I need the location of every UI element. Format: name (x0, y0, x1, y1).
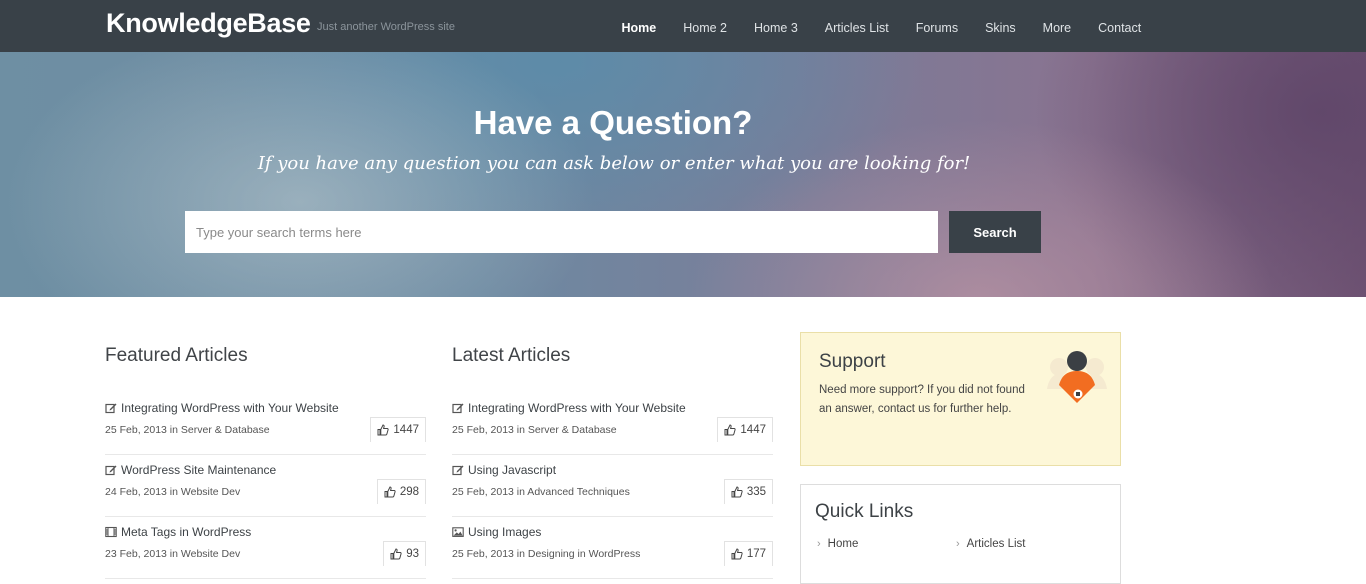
like-count[interactable]: 93 (383, 541, 426, 566)
nav-item-forums[interactable]: Forums (902, 0, 971, 52)
thumbs-up-icon (731, 486, 743, 498)
quick-link-label: Home (827, 538, 859, 550)
main-nav: Home Home 2 Home 3 Articles List Forums … (608, 0, 1155, 52)
hero-subtitle: If you have any question you can ask bel… (257, 153, 971, 174)
article-meta: 24 Feb, 2013 in Website Dev (105, 486, 241, 498)
article-item: Using Javascript 25 Feb, 2013 in Advance… (452, 455, 773, 517)
quick-link-articles-list[interactable]: › Articles List (956, 538, 1025, 550)
chevron-right-icon: › (956, 538, 960, 550)
featured-heading: Featured Articles (105, 345, 248, 366)
like-count[interactable]: 1447 (370, 417, 426, 442)
article-meta: 25 Feb, 2013 in Advanced Techniques (452, 486, 630, 498)
thumbs-up-icon (390, 548, 402, 560)
nav-item-home-3[interactable]: Home 3 (741, 0, 812, 52)
like-count[interactable]: 335 (723, 479, 773, 504)
thumbs-up-icon (377, 424, 390, 436)
article-item: Integrating WordPress with Your Website … (105, 393, 426, 455)
edit-icon (452, 403, 464, 414)
like-count[interactable]: 298 (376, 479, 426, 504)
nav-item-contact[interactable]: Contact (1085, 0, 1155, 52)
article-title: Using Images (468, 525, 542, 539)
article-link[interactable]: Using Images (452, 525, 541, 539)
nav-item-more[interactable]: More (1029, 0, 1084, 52)
search-input[interactable] (185, 211, 938, 253)
site-tagline: Just another WordPress site (317, 21, 455, 33)
article-title: Using Javascript (468, 463, 557, 477)
article-link[interactable]: Using Javascript (452, 463, 556, 477)
latest-articles: Latest Articles Integrating WordPress wi… (452, 345, 773, 579)
article-title: WordPress Site Maintenance (121, 463, 277, 477)
image-icon (452, 527, 464, 537)
edit-icon (452, 465, 464, 476)
nav-item-articles-list[interactable]: Articles List (811, 0, 902, 52)
article-title: Integrating WordPress with Your Website (121, 401, 339, 415)
support-title: Support (819, 351, 886, 372)
nav-item-home[interactable]: Home (608, 0, 670, 52)
article-title: Integrating WordPress with Your Website (468, 401, 686, 415)
support-widget: Support Need more support? If you did no… (800, 332, 1121, 466)
film-icon (105, 526, 117, 538)
article-link[interactable]: Integrating WordPress with Your Website (105, 401, 339, 415)
article-item: Integrating WordPress with Your Website … (452, 393, 773, 455)
nav-item-skins[interactable]: Skins (972, 0, 1030, 52)
article-title: Meta Tags in WordPress (121, 525, 252, 539)
quick-link-label: Articles List (966, 538, 1026, 550)
quick-link-home[interactable]: › Home (817, 538, 858, 550)
thumbs-up-icon (724, 424, 737, 436)
like-count-value: 93 (406, 548, 419, 560)
site-logo[interactable]: KnowledgeBase (106, 8, 311, 39)
chevron-right-icon: › (817, 538, 821, 550)
quick-links-widget: Quick Links › Home › Articles List (800, 484, 1121, 584)
latest-heading: Latest Articles (452, 345, 571, 366)
hero-banner: Have a Question? If you have any questio… (0, 52, 1366, 297)
nav-item-home-2[interactable]: Home 2 (670, 0, 741, 52)
thumbs-up-icon (731, 548, 743, 560)
like-count-value: 177 (746, 548, 766, 560)
featured-articles: Featured Articles Integrating WordPress … (105, 345, 426, 579)
article-meta: 25 Feb, 2013 in Server & Database (105, 424, 270, 436)
edit-icon (105, 403, 117, 414)
like-count-value: 335 (746, 486, 766, 498)
thumbs-up-icon (384, 486, 396, 498)
article-link[interactable]: Meta Tags in WordPress (105, 525, 251, 539)
like-count-value: 1447 (740, 424, 766, 436)
article-meta: 23 Feb, 2013 in Website Dev (105, 548, 241, 560)
article-item: WordPress Site Maintenance 24 Feb, 2013 … (105, 455, 426, 517)
like-count[interactable]: 177 (723, 541, 773, 566)
article-meta: 25 Feb, 2013 in Server & Database (452, 424, 617, 436)
article-link[interactable]: WordPress Site Maintenance (105, 463, 276, 477)
support-agent-icon (1047, 351, 1107, 403)
article-link[interactable]: Integrating WordPress with Your Website (452, 401, 686, 415)
edit-icon (105, 465, 117, 476)
like-count-value: 1447 (393, 424, 419, 436)
site-header: KnowledgeBase Just another WordPress sit… (0, 0, 1366, 52)
hero-title: Have a Question? (473, 104, 753, 141)
search-button[interactable]: Search (949, 211, 1041, 253)
like-count-value: 298 (399, 486, 419, 498)
like-count[interactable]: 1447 (717, 417, 773, 442)
support-text: Need more support? If you did not found … (819, 384, 1025, 415)
article-meta: 25 Feb, 2013 in Designing in WordPress (452, 548, 641, 560)
quick-links-title: Quick Links (815, 501, 914, 522)
